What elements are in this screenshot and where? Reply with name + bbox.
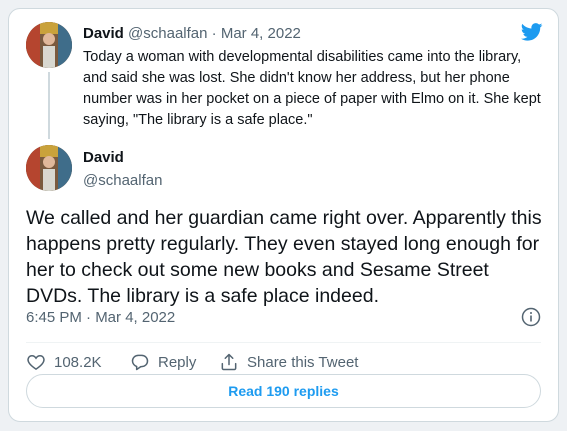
quoted-tweet-avatar[interactable]: [26, 22, 72, 68]
thread-connector-line: [48, 72, 50, 139]
like-count: 108.2K: [54, 353, 102, 371]
actions-divider: [26, 342, 541, 343]
tweet-embed-card: David @schaalfan · Mar 4, 2022 Today a w…: [8, 8, 559, 422]
reply-button[interactable]: Reply: [130, 347, 196, 377]
avatar-image: [26, 22, 72, 68]
share-icon: [221, 353, 237, 371]
reply-icon: [131, 354, 149, 371]
info-icon[interactable]: [521, 307, 541, 327]
author-avatar[interactable]: [26, 145, 72, 191]
share-button[interactable]: Share this Tweet: [219, 347, 358, 377]
author-handle[interactable]: @schaalfan: [83, 172, 162, 189]
read-replies-button[interactable]: Read 190 replies: [26, 374, 541, 408]
tweet-timestamp[interactable]: 6:45 PM · Mar 4, 2022: [26, 309, 175, 326]
like-button[interactable]: 108.2K: [26, 347, 102, 377]
reply-label: Reply: [158, 353, 197, 371]
avatar-image: [26, 145, 72, 191]
quoted-tweet-text: Today a woman with developmental disabil…: [83, 49, 541, 128]
quoted-author-name[interactable]: David: [83, 25, 124, 42]
quoted-author-handle[interactable]: @schaalfan: [128, 25, 207, 42]
quoted-tweet-date[interactable]: Mar 4, 2022: [221, 25, 301, 42]
tweet-text: We called and her guardian came right ov…: [26, 207, 542, 307]
share-label: Share this Tweet: [247, 353, 359, 371]
author-name[interactable]: David: [83, 149, 124, 166]
quoted-tweet-header: David @schaalfan · Mar 4, 2022: [83, 25, 301, 42]
twitter-bird-icon[interactable]: [521, 23, 543, 41]
header-separator: ·: [211, 25, 217, 42]
heart-icon: [27, 354, 45, 370]
